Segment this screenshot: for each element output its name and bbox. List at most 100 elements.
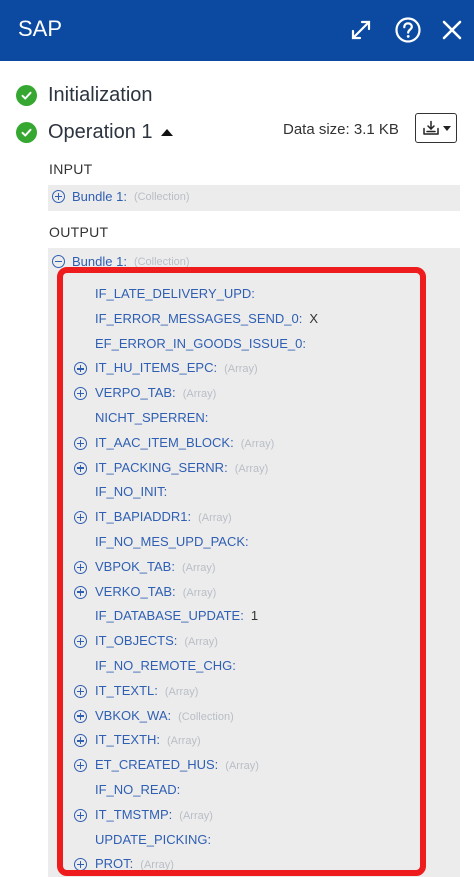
output-item-type: (Array) (234, 462, 269, 475)
output-item-row[interactable]: IT_TMSTMP: (Array) (67, 803, 419, 828)
chevron-down-icon (442, 125, 451, 131)
output-item-type: (Array) (179, 809, 213, 822)
output-item-row[interactable]: IT_TEXTL: (Array) (67, 679, 419, 704)
status-initialization: Initialization (16, 84, 153, 107)
output-item-name: VBKOK_WA: (95, 707, 172, 723)
output-item: VBPOK_TAB: (Array) (95, 559, 216, 574)
success-check-icon (16, 122, 37, 143)
output-item-name: EF_ERROR_IN_GOODS_ISSUE_0: (95, 335, 306, 351)
output-item: EF_ERROR_IN_GOODS_ISSUE_0: (95, 336, 306, 351)
output-item-type: (Array) (164, 685, 199, 698)
output-item-name: IF_ERROR_MESSAGES_SEND_0: (95, 310, 303, 326)
output-item: IT_TEXTH: (Array) (95, 732, 201, 747)
output-item-name: IF_NO_MES_UPD_PACK: (95, 533, 249, 549)
output-item-value: X (309, 310, 319, 326)
expand-plus-icon[interactable] (74, 684, 87, 698)
collapse-minus-icon[interactable] (52, 255, 65, 268)
output-item-name: NICHT_SPERREN: (95, 409, 209, 425)
output-item: IT_TEXTL: (Array) (95, 683, 198, 698)
output-item-row[interactable]: IT_OBJECTS: (Array) (67, 629, 419, 654)
download-button[interactable] (415, 113, 457, 143)
output-item-row: IF_NO_REMOTE_CHG: (67, 654, 419, 679)
output-item-type: (Array) (182, 586, 217, 599)
output-item-type: (Array) (184, 636, 218, 649)
output-item-row[interactable]: PROT: (Array) (67, 852, 419, 877)
download-tray-icon (422, 120, 439, 135)
input-bundle-row[interactable]: Bundle 1: (Collection) (48, 185, 460, 211)
expand-plus-icon[interactable] (74, 858, 87, 872)
output-item-row: EF_ERROR_IN_GOODS_ISSUE_0: (67, 332, 419, 357)
output-item-row: UPDATE_PICKING: (67, 828, 419, 853)
output-item: PROT: (Array) (95, 856, 174, 871)
expand-plus-icon[interactable] (74, 362, 87, 376)
expand-plus-icon[interactable] (74, 808, 87, 822)
caret-up-icon (160, 129, 173, 136)
output-item: IT_AAC_ITEM_BLOCK: (Array) (95, 435, 274, 450)
output-item-row[interactable]: IT_TEXTH: (Array) (67, 728, 419, 753)
output-item: IT_TMSTMP: (Array) (95, 807, 213, 822)
output-item: IF_ERROR_MESSAGES_SEND_0: X (95, 311, 318, 326)
output-item-name: IT_PACKING_SERNR: (95, 459, 228, 475)
expand-button[interactable] (345, 14, 377, 46)
operation-panel: Initialization Operation 1 Data size: 3.… (0, 61, 474, 877)
output-item: IT_BAPIADDR1: (Array) (95, 509, 232, 524)
expand-plus-icon[interactable] (74, 461, 87, 475)
output-item-name: UPDATE_PICKING: (95, 831, 212, 847)
status-operation-1[interactable]: Operation 1 (16, 121, 173, 144)
output-item-type: (Array) (240, 437, 275, 450)
output-item-row[interactable]: VBPOK_TAB: (Array) (67, 555, 419, 580)
output-item-name: IF_NO_READ: (95, 781, 181, 797)
expand-arrows-icon (351, 20, 371, 40)
output-item: VERKO_TAB: (Array) (95, 584, 216, 599)
expand-plus-icon[interactable] (74, 511, 87, 525)
help-button[interactable] (392, 14, 424, 46)
output-item-row[interactable]: IT_BAPIADDR1: (Array) (67, 505, 419, 530)
expand-plus-icon[interactable] (74, 759, 87, 773)
expand-plus-icon[interactable] (52, 190, 65, 203)
status-label: Initialization (48, 84, 153, 106)
output-item-row[interactable]: IT_AAC_ITEM_BLOCK: (Array) (67, 431, 419, 456)
output-item-row: IF_LATE_DELIVERY_UPD: (67, 282, 419, 307)
output-item-type: (Array) (198, 512, 232, 525)
output-item-name: IF_DATABASE_UPDATE: (95, 608, 244, 624)
output-item-row: NICHT_SPERREN: (67, 406, 419, 431)
output-item-name: PROT: (95, 856, 134, 872)
output-item-name: IT_HU_ITEMS_EPC: (95, 360, 218, 376)
output-item-row: IF_ERROR_MESSAGES_SEND_0: X (67, 307, 419, 332)
status-label: Operation 1 (48, 121, 153, 143)
output-section-label: OUTPUT (49, 224, 109, 240)
output-item-row[interactable]: ET_CREATED_HUS: (Array) (67, 753, 419, 778)
output-item-row: IF_NO_MES_UPD_PACK: (67, 530, 419, 555)
output-item-type: (Array) (167, 735, 201, 748)
expand-plus-icon[interactable] (74, 585, 87, 599)
output-item-row[interactable]: IT_HU_ITEMS_EPC: (Array) (67, 356, 419, 381)
output-item-name: IT_TMSTMP: (95, 806, 173, 822)
output-item-row[interactable]: IT_PACKING_SERNR: (Array) (67, 456, 419, 481)
output-item-row: IF_NO_INIT: (67, 480, 419, 505)
bundle-label: Bundle 1: (72, 254, 127, 269)
expand-plus-icon[interactable] (74, 560, 87, 574)
output-item-row[interactable]: VERPO_TAB: (Array) (67, 381, 419, 406)
output-item-row[interactable]: VBKOK_WA: (Collection) (67, 704, 419, 729)
output-item-row[interactable]: VERKO_TAB: (Array) (67, 580, 419, 605)
output-item-name: IT_TEXTL: (95, 682, 158, 698)
output-item-row: IF_DATABASE_UPDATE: 1 (67, 604, 419, 629)
output-item-name: VBPOK_TAB: (95, 558, 175, 574)
output-item-type: (Array) (140, 859, 174, 872)
output-item-name: VERKO_TAB: (95, 583, 176, 599)
output-item-type: (Array) (224, 363, 258, 376)
close-button[interactable] (436, 14, 468, 46)
expand-plus-icon[interactable] (74, 734, 87, 748)
output-item: VERPO_TAB: (Array) (95, 385, 216, 400)
expand-plus-icon[interactable] (74, 635, 87, 649)
expand-plus-icon[interactable] (74, 436, 87, 450)
output-item: IT_OBJECTS: (Array) (95, 633, 218, 648)
expand-plus-icon[interactable] (74, 387, 87, 401)
close-icon (442, 20, 462, 40)
output-item-value: 1 (250, 608, 259, 624)
output-item-name: IT_OBJECTS: (95, 633, 178, 649)
output-item: UPDATE_PICKING: (95, 832, 211, 847)
output-item-row: IF_NO_READ: (67, 778, 419, 803)
expand-plus-icon[interactable] (74, 709, 87, 723)
output-item-name: IT_BAPIADDR1: (95, 509, 192, 525)
